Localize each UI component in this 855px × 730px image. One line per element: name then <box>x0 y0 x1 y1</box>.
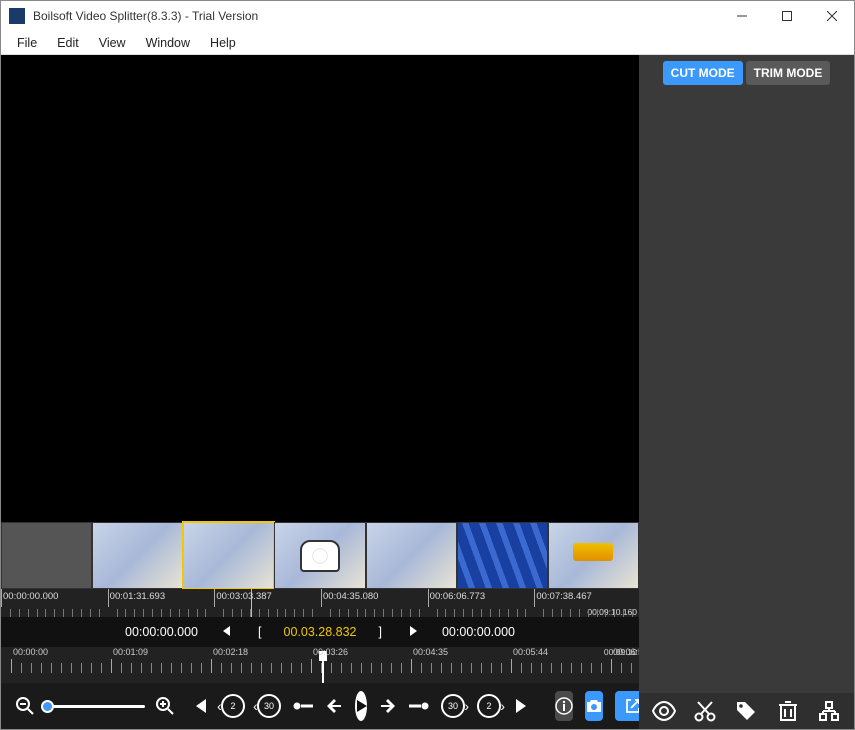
ruler-label: 00:06:06.773 <box>430 591 485 602</box>
clip-list <box>639 91 854 693</box>
next-track-button[interactable] <box>513 692 531 720</box>
ruler-label: 00:01:31.693 <box>110 591 165 602</box>
tab-cut-mode[interactable]: CUT MODE <box>663 61 743 85</box>
thumbnail-selected[interactable] <box>183 522 274 589</box>
range-end-time: 00:00:00.000 <box>442 625 515 639</box>
video-preview[interactable] <box>1 55 639 522</box>
range-start-time: 00:00:00.000 <box>125 625 198 639</box>
maximize-button[interactable] <box>764 1 809 31</box>
menu-help[interactable]: Help <box>200 36 246 50</box>
thumbnail[interactable] <box>457 522 548 589</box>
ruler-label: 00:07:38.467 <box>536 591 591 602</box>
fine-ruler-label: 00:01:09 <box>113 647 148 657</box>
bottom-toolbar: 2 30 <box>1 683 639 729</box>
fine-ruler-label: 00:02:18 <box>213 647 248 657</box>
app-icon <box>9 8 25 24</box>
range-start-prev-icon[interactable] <box>216 625 236 640</box>
thumbnail[interactable] <box>548 522 639 589</box>
tab-trim-mode[interactable]: TRIM MODE <box>746 61 831 85</box>
keyframe-next-button[interactable] <box>407 692 429 720</box>
bracket-open[interactable]: [ <box>254 625 265 639</box>
menu-file[interactable]: File <box>7 36 47 50</box>
thumbnail[interactable] <box>92 522 183 589</box>
window-title: Boilsoft Video Splitter(8.3.3) - Trial V… <box>33 9 719 23</box>
fine-ruler-label: 00:04:35 <box>413 647 448 657</box>
forward-30s-button[interactable]: 30 <box>441 692 465 720</box>
frame-forward-button[interactable] <box>379 692 395 720</box>
forward-2min-button[interactable]: 2 <box>477 692 501 720</box>
back-30s-button[interactable]: 30 <box>257 692 281 720</box>
zoom-out-button[interactable] <box>11 692 39 720</box>
menu-edit[interactable]: Edit <box>47 36 89 50</box>
menubar: File Edit View Window Help <box>1 31 854 55</box>
fine-ruler-label: 00:06:53 <box>613 647 639 657</box>
snapshot-button[interactable] <box>585 691 603 721</box>
video-area: 00:09:10.160 00:00:00.000 00:01:31.693 00:… <box>1 55 639 729</box>
delete-button[interactable] <box>773 697 803 725</box>
fine-ruler-label: 00:03:26 <box>313 647 348 657</box>
menu-view[interactable]: View <box>89 36 136 50</box>
current-time: 00.03.28.832 <box>284 625 357 639</box>
minimize-button[interactable] <box>719 1 764 31</box>
prev-track-button[interactable] <box>191 692 209 720</box>
bracket-close[interactable]: ] <box>375 625 386 639</box>
frame-back-button[interactable] <box>327 692 343 720</box>
range-bar: 00:00:00.000 [ 00.03.28.832 ] 00:00:00.0… <box>1 617 639 647</box>
play-button[interactable] <box>355 691 367 721</box>
side-actions <box>639 693 854 729</box>
fine-ruler-label: 00:00:00 <box>13 647 48 657</box>
back-2min-button[interactable]: 2 <box>221 692 245 720</box>
ruler-label: 00:04:35.080 <box>323 591 378 602</box>
cut-button[interactable] <box>690 697 720 725</box>
thumbnail[interactable] <box>366 522 457 589</box>
zoom-slider[interactable] <box>45 705 145 708</box>
merge-button[interactable] <box>814 697 844 725</box>
timeline-ruler-main[interactable]: 00:09:10.160 00:00:00.000 00:01:31.693 00:… <box>1 589 639 617</box>
timeline-ruler-fine[interactable]: 00:09:10 00:00:0000:01:0900:02:1800:03:2… <box>1 647 639 683</box>
titlebar: Boilsoft Video Splitter(8.3.3) - Trial V… <box>1 1 854 31</box>
close-button[interactable] <box>809 1 854 31</box>
fine-ruler-label: 00:05:44 <box>513 647 548 657</box>
thumbnail[interactable] <box>1 522 92 589</box>
zoom-slider-knob[interactable] <box>41 700 54 713</box>
menu-window[interactable]: Window <box>136 36 200 50</box>
range-end-next-icon[interactable] <box>404 625 424 640</box>
keyframe-prev-button[interactable] <box>293 692 315 720</box>
thumbnail[interactable] <box>274 522 365 589</box>
tag-button[interactable] <box>731 697 761 725</box>
side-panel: CUT MODE TRIM MODE <box>639 55 854 729</box>
thumbnail-strip[interactable] <box>1 522 639 589</box>
ruler-label: 00:00:00.000 <box>3 591 58 602</box>
ruler-label: 00:03:03.387 <box>216 591 271 602</box>
info-button[interactable] <box>555 691 573 721</box>
preview-clip-button[interactable] <box>649 697 679 725</box>
zoom-in-button[interactable] <box>151 692 179 720</box>
ruler-end-label: 00:09:10.160 <box>587 607 637 617</box>
